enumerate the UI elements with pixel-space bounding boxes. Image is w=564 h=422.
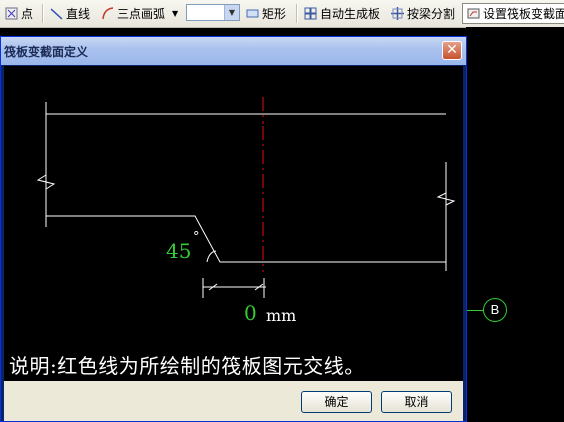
drawing-toolbar: 点 直线 三点画弧 ▼ ▼ 矩形 自动生成板 按梁分割 设置筏板变截面	[0, 0, 564, 28]
dialog-title: 筏板变截面定义	[4, 45, 89, 59]
point-icon	[5, 7, 18, 20]
point-button[interactable]: 点	[5, 4, 33, 23]
cancel-button[interactable]: 取消	[381, 391, 452, 413]
offset-value[interactable]: 0	[244, 301, 257, 325]
line-label: 直线	[66, 7, 91, 21]
split-by-beam-label: 按梁分割	[407, 7, 456, 21]
dialog-footer: 确定 取消	[4, 381, 463, 421]
style-dropdown[interactable]: ▼	[186, 4, 240, 21]
rectangle-button[interactable]: 矩形	[246, 4, 286, 23]
section-preview: 45 ° 0 mm 说明:红色线为所绘制的筏板图元交线。	[4, 66, 463, 416]
degree-symbol: °	[193, 230, 200, 245]
slab-bottom-profile	[46, 215, 446, 263]
rectangle-icon	[246, 9, 259, 18]
axis-marker-b[interactable]: B	[483, 298, 507, 322]
set-raft-section-button[interactable]: 设置筏板变截面	[462, 3, 564, 24]
split-by-beam-icon	[391, 7, 404, 20]
ok-button[interactable]: 确定	[301, 391, 372, 413]
auto-generate-slab-button[interactable]: 自动生成板	[304, 4, 380, 23]
raft-section-dialog: 筏板变截面定义 ✕ 45 ° 0 mm 说明:红色线为所绘制的筏板图元交线。 确…	[0, 36, 467, 422]
chevron-down-icon[interactable]: ▼	[172, 9, 178, 18]
angle-value[interactable]: 45	[166, 239, 191, 263]
close-button[interactable]: ✕	[442, 41, 462, 60]
cad-drawing-area[interactable]	[466, 27, 564, 422]
dialog-titlebar[interactable]: 筏板变截面定义 ✕	[1, 37, 466, 65]
auto-generate-slab-label: 自动生成板	[320, 7, 381, 21]
offset-unit: mm	[266, 306, 297, 325]
rectangle-label: 矩形	[262, 7, 287, 21]
toolbar-divider	[42, 4, 44, 23]
arc-icon	[102, 7, 114, 20]
set-raft-section-icon	[467, 8, 480, 19]
auto-slab-icon	[304, 7, 317, 20]
line-button[interactable]: 直线	[50, 4, 90, 23]
three-point-arc-button[interactable]: 三点画弧 ▼	[101, 4, 178, 23]
toolbar-divider	[296, 4, 298, 23]
three-point-arc-label: 三点画弧	[117, 7, 166, 21]
split-by-beam-button[interactable]: 按梁分割	[391, 4, 455, 23]
line-icon	[50, 8, 63, 20]
dropdown-chevron-icon[interactable]: ▼	[224, 5, 239, 20]
explanation-note: 说明:红色线为所绘制的筏板图元交线。	[9, 354, 365, 378]
point-label: 点	[21, 7, 34, 21]
close-icon: ✕	[446, 42, 458, 58]
axis-line	[466, 310, 483, 311]
set-raft-section-label: 设置筏板变截面	[483, 7, 564, 21]
